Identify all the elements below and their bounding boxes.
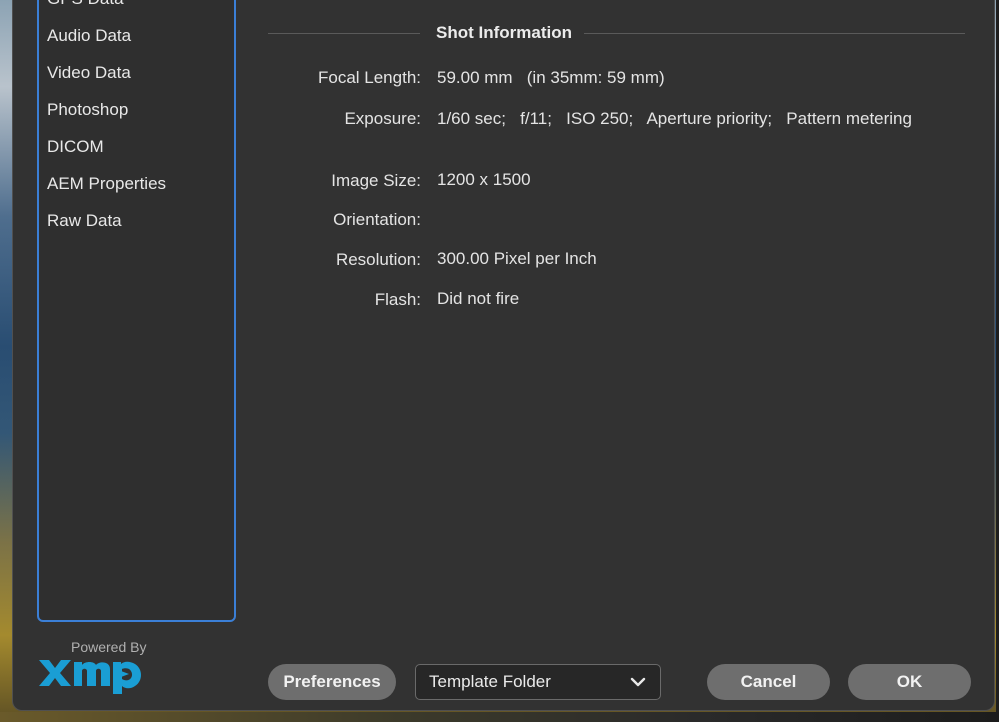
powered-by-label: Powered By (71, 639, 147, 655)
flash-value: Did not fire (437, 289, 520, 308)
section-title: Shot Information (436, 23, 572, 42)
dropdown-selected-value: Template Folder (429, 672, 551, 691)
sidebar-item-audio-data[interactable]: Audio Data (47, 26, 131, 46)
image-size-label: Image Size: (331, 171, 421, 190)
ok-button[interactable]: OK (848, 664, 971, 700)
section-divider-left (268, 33, 420, 34)
exposure-label: Exposure: (344, 109, 421, 128)
orientation-label: Orientation: (333, 210, 421, 229)
flash-label: Flash: (374, 290, 421, 309)
background-edge-bottom (0, 712, 999, 722)
sidebar-item-gps-data[interactable]: GPS Data (47, 0, 124, 9)
cancel-button[interactable]: Cancel (707, 664, 830, 700)
sidebar-item-video-data[interactable]: Video Data (47, 63, 131, 83)
section-divider-right (584, 33, 965, 34)
exposure-value: 1/60 sec; f/11; ISO 250; Aperture priori… (437, 109, 912, 128)
category-sidebar: GPS Data Audio Data Video Data Photoshop… (37, 0, 236, 622)
sidebar-item-raw-data[interactable]: Raw Data (47, 211, 122, 231)
xmp-logo (39, 660, 141, 694)
resolution-label: Resolution: (335, 250, 421, 269)
image-size-value: 1200 x 1500 (437, 170, 531, 189)
resolution-value: 300.00 Pixel per Inch (437, 249, 597, 268)
sidebar-item-aem-properties[interactable]: AEM Properties (47, 174, 166, 194)
sidebar-item-photoshop[interactable]: Photoshop (47, 100, 128, 120)
sidebar-item-dicom[interactable]: DICOM (47, 137, 104, 157)
focal-length-label: Focal Length: (317, 68, 421, 87)
template-folder-dropdown[interactable]: Template Folder (415, 664, 661, 700)
chevron-down-icon (630, 677, 646, 687)
preferences-button[interactable]: Preferences (268, 664, 396, 700)
focal-length-value: 59.00 mm (in 35mm: 59 mm) (437, 68, 665, 87)
